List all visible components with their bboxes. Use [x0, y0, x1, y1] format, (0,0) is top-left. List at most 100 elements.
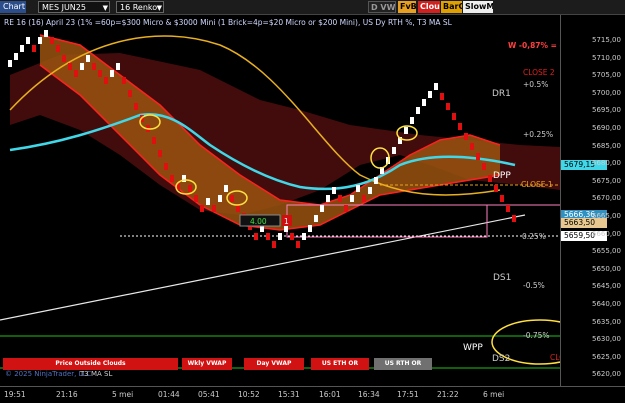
bottom-bar-day-vwap: Day VWAP	[244, 358, 304, 370]
bottom-bar-us-eth-or: US ETH OR	[311, 358, 369, 370]
price-axis-tick: 5665,00	[592, 212, 621, 220]
up-brick	[428, 91, 432, 98]
pct-up-label: +0.5%	[523, 80, 549, 89]
down-brick	[188, 185, 192, 192]
up-brick	[422, 99, 426, 106]
pct-up2-label: +0.25%	[523, 130, 554, 139]
time-axis[interactable]	[0, 386, 625, 403]
bottom-bar-wkly-vwap: Wkly VWAP	[182, 358, 232, 370]
number-box-label: 1	[284, 217, 289, 226]
down-brick	[200, 205, 204, 212]
chart-toolbar: Chart MES JUN25▼ 16 Renko▼ D VWAP FvB Cl…	[0, 0, 625, 15]
down-brick	[158, 150, 162, 157]
up-brick	[26, 37, 30, 44]
time-axis-tick: 15:31	[278, 390, 300, 399]
up-brick	[14, 53, 18, 60]
up-brick	[308, 225, 312, 232]
down-brick	[74, 70, 78, 77]
up-brick	[374, 177, 378, 184]
price-axis-tick: 5710,00	[592, 53, 621, 62]
up-brick	[410, 117, 414, 124]
down-brick	[254, 233, 258, 240]
down-brick	[230, 195, 234, 202]
period-selector[interactable]: 16 Renko ▼	[116, 1, 164, 13]
up-brick	[368, 187, 372, 194]
down-brick	[452, 113, 456, 120]
price-axis-tick: 5645,00	[592, 282, 621, 291]
wpp-label: WPP	[463, 343, 483, 353]
down-brick	[470, 143, 474, 150]
down-brick	[512, 215, 516, 222]
dvwap-button[interactable]: D VWAP	[368, 1, 396, 13]
down-brick	[128, 90, 132, 97]
up-brick	[206, 198, 210, 205]
price-axis-tick: 5640,00	[592, 300, 621, 308]
ds1-label: DS1	[493, 273, 512, 283]
price-axis-tick: 5655,00	[592, 247, 621, 256]
down-brick	[458, 123, 462, 130]
pct-down-label: -0.5%	[523, 281, 545, 290]
instrument-label: MES JUN25	[42, 3, 86, 12]
price-axis-tick: 5675,00	[592, 176, 621, 185]
up-brick	[80, 63, 84, 70]
time-axis-tick: 16:34	[358, 390, 380, 399]
chevron-down-icon: ▼	[156, 4, 162, 12]
down-brick	[56, 45, 60, 52]
bottom-bar-us-rth-or: US RTH OR	[374, 358, 432, 370]
pct-mid-label: 0.25%	[522, 232, 546, 241]
close-top-label: CLOSE 2	[523, 68, 555, 77]
ma-label: T3 MA SL	[80, 370, 113, 378]
price-axis-tick: 5620,00	[592, 370, 621, 379]
time-axis-tick: 05:41	[198, 390, 220, 399]
price-axis-tick: 5660,00	[592, 229, 621, 238]
down-brick	[152, 137, 156, 144]
chart-tab[interactable]: Chart	[0, 1, 26, 13]
down-brick	[488, 175, 492, 182]
fvb-button[interactable]: FvB	[398, 1, 416, 13]
down-brick	[164, 163, 168, 170]
down-brick	[50, 37, 54, 44]
down-brick	[464, 133, 468, 140]
price-axis-tick: 5690,00	[592, 124, 621, 132]
up-brick	[350, 195, 354, 202]
down-brick	[62, 55, 66, 62]
up-brick	[278, 233, 282, 240]
down-brick	[476, 153, 480, 160]
down-brick	[296, 241, 300, 248]
down-brick	[290, 233, 294, 240]
down-brick	[362, 195, 366, 202]
price-axis-tick: 5635,00	[592, 317, 621, 326]
time-axis-tick: 6 mei	[483, 390, 505, 399]
value-box-label: 4.00	[250, 217, 267, 226]
time-axis-tick: 10:52	[238, 390, 260, 399]
up-brick	[44, 30, 48, 37]
price-axis-tick: 5715,00	[592, 36, 621, 44]
chart-info-text: RE 16 (16) April 23 (1% =60p=$300 Micro …	[4, 18, 452, 27]
down-brick	[440, 93, 444, 100]
price-axis-tick: 5680,00	[592, 159, 621, 168]
time-axis-tick: 5 mei	[112, 390, 134, 399]
down-brick	[266, 233, 270, 240]
close-mid-label: CLOSE 1	[521, 180, 553, 189]
barcol-button[interactable]: BarCol	[441, 1, 462, 13]
up-brick	[86, 55, 90, 62]
price-axis-tick: 5705,00	[592, 71, 621, 80]
slowma-button[interactable]: SlowMA	[463, 1, 493, 13]
chart-plot-area[interactable]	[0, 15, 589, 386]
down-brick	[506, 205, 510, 212]
up-brick	[326, 195, 330, 202]
price-axis-tick: 5650,00	[592, 264, 621, 273]
down-brick	[344, 205, 348, 212]
up-brick	[224, 185, 228, 192]
up-brick	[434, 83, 438, 90]
instrument-selector[interactable]: MES JUN25 ▼	[38, 1, 110, 13]
down-brick	[32, 45, 36, 52]
price-axis-tick: 5670,00	[592, 194, 621, 203]
price-axis-tick: 5695,00	[592, 106, 621, 115]
time-axis-tick: 17:51	[397, 390, 419, 399]
copyright-text: © 2025 NinjaTrader, LLC	[5, 370, 92, 378]
up-brick	[218, 195, 222, 202]
up-brick	[332, 187, 336, 194]
cloud-button[interactable]: Cloud	[418, 1, 440, 13]
price-axis-tick: 5685,00	[592, 141, 621, 150]
